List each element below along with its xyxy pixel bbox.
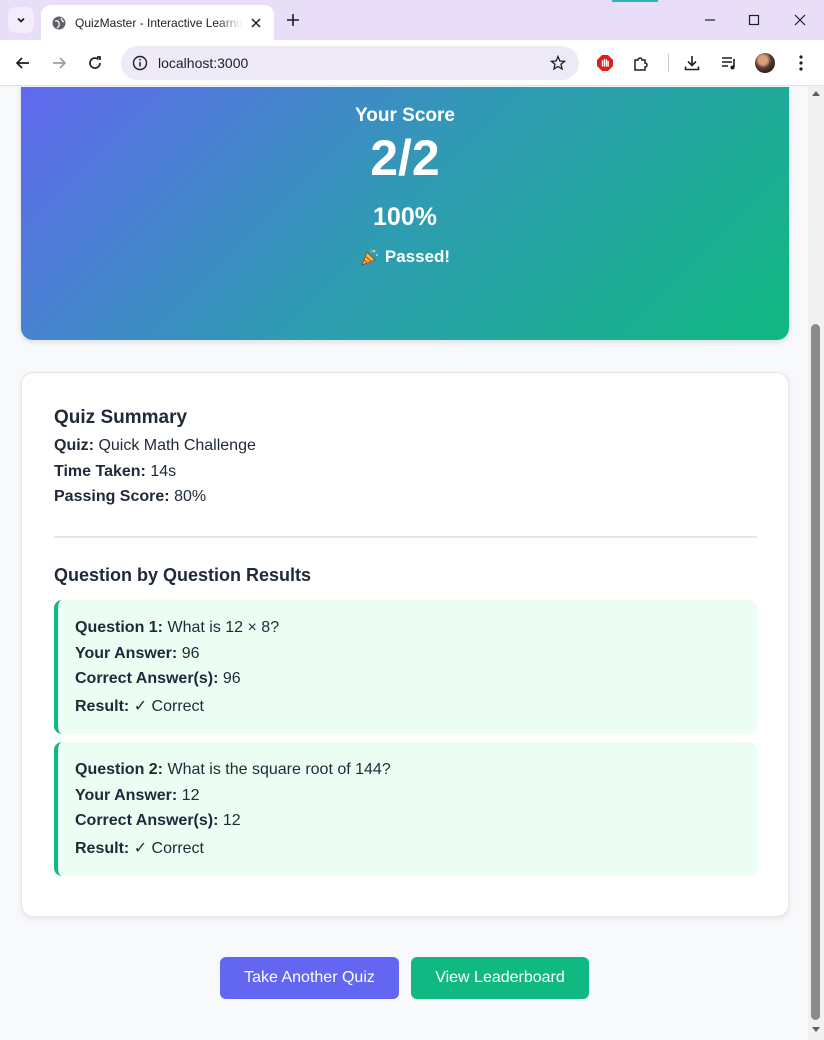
your-answer-line: Your Answer: 12	[75, 787, 199, 805]
quiz-name: Quick Math Challenge	[98, 437, 256, 454]
url-text: localhost:3000	[158, 55, 249, 71]
pass-status-text: Passed!	[384, 247, 451, 266]
info-icon[interactable]	[131, 54, 149, 72]
arrow-left-icon	[15, 57, 29, 69]
result-line: Result: ✓ Correct	[75, 838, 204, 858]
correct-answer-label: Correct Answer(s):	[75, 670, 219, 687]
results-title: Question by Question Results	[54, 565, 312, 585]
pass-status: Passed!	[21, 247, 789, 267]
maximize-button[interactable]	[744, 10, 764, 30]
time-taken-line: Time Taken: 14s	[54, 463, 176, 481]
correct-answer-line: Correct Answer(s): 96	[75, 670, 241, 688]
correct-answer-value: 96	[222, 670, 241, 687]
your-answer-label: Your Answer:	[75, 787, 178, 804]
puzzle-icon	[634, 57, 648, 71]
minimize-icon	[705, 19, 715, 21]
kebab-menu-icon	[799, 55, 803, 71]
browser-tab-bar: QuizMaster - Interactive Learning	[0, 0, 824, 40]
extension-shield-button[interactable]	[594, 52, 616, 74]
quiz-name-line: Quiz: Quick Math Challenge	[54, 437, 256, 455]
tab-title: QuizMaster - Interactive Learning	[75, 15, 242, 30]
maximize-icon	[748, 14, 760, 26]
downloads-button[interactable]	[681, 52, 703, 74]
your-answer-value: 12	[181, 787, 200, 804]
scrollbar-thumb[interactable]	[811, 324, 820, 1020]
new-tab-button[interactable]	[283, 10, 303, 30]
extensions-button[interactable]	[630, 52, 652, 74]
passing-label: Passing Score:	[54, 488, 170, 505]
view-leaderboard-button[interactable]: View Leaderboard	[411, 957, 589, 999]
your-answer-line: Your Answer: 96	[75, 645, 199, 663]
shield-hand-icon	[597, 55, 613, 71]
forward-button[interactable]	[48, 52, 70, 74]
page-scrollbar[interactable]	[808, 87, 824, 1040]
scroll-up-arrow[interactable]	[812, 91, 820, 96]
score-label: Your Score	[355, 105, 455, 126]
quiz-label: Quiz:	[54, 437, 94, 454]
browser-menu-button[interactable]	[790, 52, 812, 74]
your-answer-value: 96	[181, 645, 200, 662]
passing-value: 80%	[174, 488, 207, 505]
download-icon	[684, 56, 700, 71]
question-label: Question 1:	[75, 619, 164, 636]
page-viewport: Your Score 2/2 100% Passed! Quiz Summary…	[0, 87, 808, 1040]
question-result-2: Question 2: What is the square root of 1…	[54, 742, 757, 876]
result-value: ✓ Correct	[133, 698, 204, 715]
correct-answer-label: Correct Answer(s):	[75, 812, 219, 829]
chevron-down-icon	[17, 17, 25, 23]
result-label: Result:	[75, 840, 130, 857]
browser-tab[interactable]: QuizMaster - Interactive Learning	[41, 5, 274, 40]
globe-icon	[52, 16, 66, 29]
scroll-down-arrow[interactable]	[812, 1027, 820, 1032]
summary-card: Quiz Summary Quiz: Quick Math Challenge …	[21, 372, 789, 917]
passing-score-line: Passing Score: 80%	[54, 488, 206, 506]
close-window-icon	[794, 14, 806, 26]
arrow-right-icon	[53, 57, 67, 69]
profile-avatar[interactable]	[755, 53, 775, 73]
time-label: Time Taken:	[54, 463, 146, 480]
result-value: ✓ Correct	[133, 840, 204, 857]
browser-toolbar: localhost:3000	[0, 40, 824, 86]
plus-icon	[287, 14, 299, 26]
summary-title: Quiz Summary	[54, 407, 188, 428]
time-value: 14s	[150, 463, 177, 480]
take-another-quiz-button[interactable]: Take Another Quiz	[220, 957, 399, 999]
media-queue-icon	[722, 57, 735, 70]
result-label: Result:	[75, 698, 130, 715]
question-line: Question 2: What is the square root of 1…	[75, 761, 391, 779]
question-text: What is the square root of 144?	[167, 761, 391, 778]
your-answer-label: Your Answer:	[75, 645, 178, 662]
question-label: Question 2:	[75, 761, 164, 778]
accent-line	[612, 0, 658, 2]
tab-search-button[interactable]	[8, 7, 34, 33]
question-result-1: Question 1: What is 12 × 8? Your Answer:…	[54, 600, 757, 734]
party-popper-icon	[361, 248, 378, 266]
star-icon[interactable]	[549, 54, 567, 72]
minimize-button[interactable]	[700, 10, 720, 30]
media-button[interactable]	[718, 52, 740, 74]
toolbar-separator	[668, 54, 669, 72]
close-icon[interactable]	[248, 15, 264, 31]
question-text: What is 12 × 8?	[167, 619, 280, 636]
score-percent: 100%	[373, 203, 437, 231]
address-bar[interactable]: localhost:3000	[121, 46, 579, 80]
correct-answer-value: 12	[222, 812, 241, 829]
question-line: Question 1: What is 12 × 8?	[75, 619, 279, 637]
summary-divider	[54, 536, 757, 538]
close-window-button[interactable]	[790, 10, 810, 30]
correct-answer-line: Correct Answer(s): 12	[75, 812, 241, 830]
reload-button[interactable]	[84, 52, 106, 74]
reload-icon	[89, 56, 101, 69]
score-value: 2/2	[370, 130, 440, 186]
result-line: Result: ✓ Correct	[75, 696, 204, 716]
score-card: Your Score 2/2 100% Passed!	[21, 87, 789, 340]
back-button[interactable]	[12, 52, 34, 74]
